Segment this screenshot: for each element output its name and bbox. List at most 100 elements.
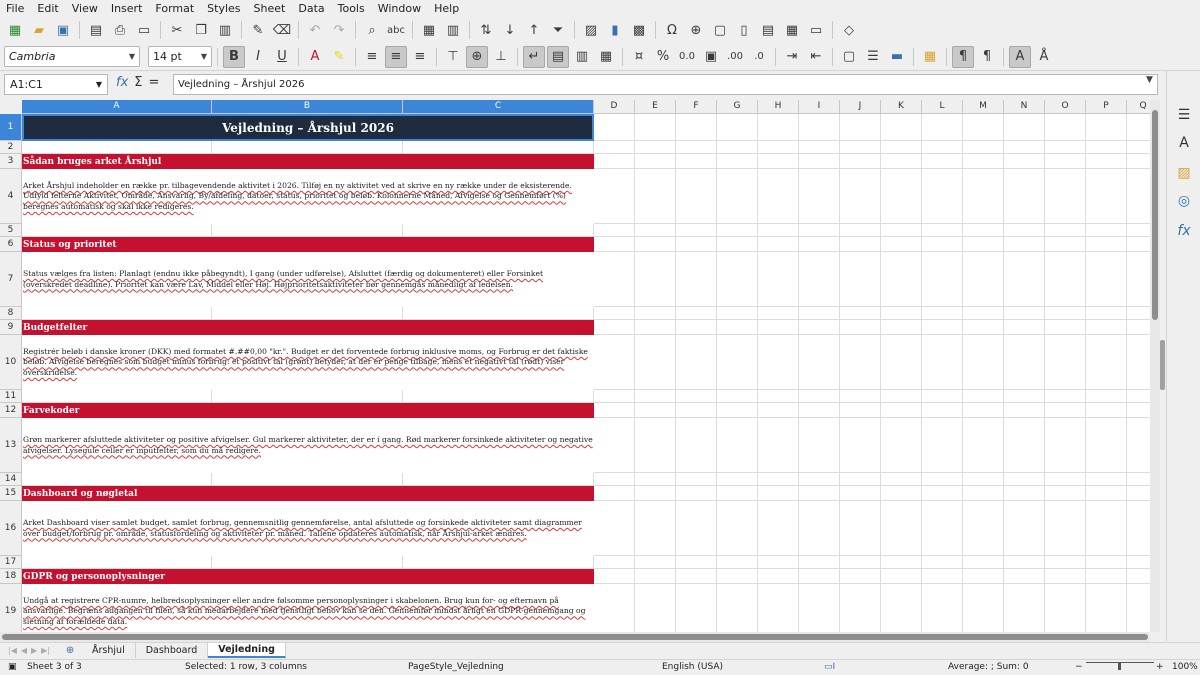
row-header[interactable]: 16: [0, 501, 22, 556]
insert-chart-icon[interactable]: ▮: [604, 19, 626, 41]
sheet-tab[interactable]: Vejledning: [208, 643, 286, 658]
last-sheet-icon[interactable]: ▶|: [39, 646, 52, 655]
vertical-scrollbar[interactable]: [1150, 100, 1160, 632]
cut-icon[interactable]: ✂: [166, 19, 188, 41]
row-header[interactable]: 6: [0, 237, 22, 252]
spelling-icon[interactable]: abc: [385, 19, 407, 41]
underline-icon[interactable]: U: [271, 46, 293, 68]
sidebar-collapse-handle[interactable]: [1160, 340, 1165, 390]
sheet-tab[interactable]: Dashboard: [136, 643, 209, 658]
row-cells[interactable]: Vejledning – Årshjul 2026: [22, 114, 1160, 141]
add-decimal-icon[interactable]: .00: [724, 46, 746, 68]
column-header[interactable]: E: [635, 100, 676, 114]
zoom-slider-knob[interactable]: [1118, 662, 1121, 670]
currency-format-icon[interactable]: ¤: [628, 46, 650, 68]
date-format-icon[interactable]: ▣: [700, 46, 722, 68]
italic-icon[interactable]: I: [247, 46, 269, 68]
scroll-thumb[interactable]: [1152, 110, 1158, 320]
align-right-icon[interactable]: ≡: [409, 46, 431, 68]
paragraph-cell[interactable]: Registrér beløb i danske kroner (DKK) me…: [22, 335, 594, 390]
wrap-text-icon[interactable]: ↵: [523, 45, 545, 68]
header-footer-icon[interactable]: ▯: [733, 19, 755, 41]
row-cells[interactable]: Grøn markerer afsluttede aktiviteter og …: [22, 418, 1160, 473]
menu-item[interactable]: Insert: [111, 2, 143, 15]
formula-input[interactable]: Vejledning – Årshjul 2026: [173, 74, 1158, 95]
zoom-out-icon[interactable]: −: [1075, 662, 1083, 672]
redo-icon[interactable]: ↷: [328, 19, 350, 41]
expand-formula-icon[interactable]: ▼: [1146, 75, 1153, 85]
export-pdf-icon[interactable]: ▤: [85, 19, 107, 41]
styles-icon[interactable]: A: [1174, 133, 1194, 153]
column-header[interactable]: C: [403, 100, 594, 114]
column-icon[interactable]: ▥: [442, 19, 464, 41]
sort-descending-icon[interactable]: ↑: [523, 19, 545, 41]
section-heading-cell[interactable]: GDPR og personoplysninger: [22, 569, 594, 584]
column-header[interactable]: J: [840, 100, 881, 114]
section-heading-cell[interactable]: Farvekoder: [22, 403, 594, 418]
row-header[interactable]: 17: [0, 556, 22, 569]
row-header[interactable]: 1: [0, 114, 22, 141]
merge-center-icon[interactable]: ▤: [547, 45, 569, 68]
column-header[interactable]: N: [1004, 100, 1045, 114]
row-header[interactable]: 13: [0, 418, 22, 473]
text-direction-icon[interactable]: A: [1009, 45, 1031, 68]
menu-item[interactable]: View: [72, 2, 98, 15]
selection-mode-icon[interactable]: ▭I: [824, 662, 835, 672]
section-heading-cell[interactable]: Dashboard og nøgletal: [22, 486, 594, 501]
sheet-title-cell[interactable]: Vejledning – Årshjul 2026: [22, 114, 594, 141]
row-cells[interactable]: Registrér beløb i danske kroner (DKK) me…: [22, 335, 1160, 390]
first-sheet-icon[interactable]: |◀: [6, 646, 19, 655]
merge-cells-icon[interactable]: ▥: [571, 46, 593, 68]
row-cells[interactable]: [22, 390, 1160, 403]
row-header[interactable]: 8: [0, 307, 22, 320]
left-to-right-icon[interactable]: ¶: [952, 45, 974, 68]
row-header[interactable]: 12: [0, 403, 22, 418]
column-header[interactable]: G: [717, 100, 758, 114]
percent-format-icon[interactable]: %: [652, 46, 674, 68]
language[interactable]: English (USA): [662, 662, 723, 672]
clone-formatting-icon[interactable]: ✎: [247, 19, 269, 41]
row-cells[interactable]: Status vælges fra listen: Planlagt (endn…: [22, 252, 1160, 307]
align-top-icon[interactable]: ⊤: [442, 46, 464, 68]
scroll-thumb[interactable]: [2, 634, 1148, 640]
sheet-tab[interactable]: Årshjul: [82, 643, 136, 658]
vertical-text-icon[interactable]: Å: [1033, 46, 1055, 68]
spreadsheet-grid[interactable]: ABCDEFGHIJKLMNOPQ 1 Vejledning – Årshjul …: [0, 100, 1160, 632]
bold-icon[interactable]: B: [223, 45, 245, 68]
paragraph-cell[interactable]: Status vælges fra listen: Planlagt (endn…: [22, 252, 594, 307]
row-cells[interactable]: Arket Dashboard viser samlet budget, sam…: [22, 501, 1160, 556]
unmerge-cells-icon[interactable]: ▦: [595, 46, 617, 68]
row-header[interactable]: 14: [0, 473, 22, 486]
pivot-table-icon[interactable]: ▩: [628, 19, 650, 41]
row-header[interactable]: 2: [0, 141, 22, 154]
find-replace-icon[interactable]: ⌕: [361, 19, 383, 41]
column-header[interactable]: B: [212, 100, 403, 114]
menu-item[interactable]: Format: [155, 2, 194, 15]
row-cells[interactable]: [22, 473, 1160, 486]
menu-item[interactable]: Tools: [338, 2, 365, 15]
row-header[interactable]: 10: [0, 335, 22, 390]
delete-decimal-icon[interactable]: .0: [748, 46, 770, 68]
menu-item[interactable]: Styles: [207, 2, 240, 15]
undo-icon[interactable]: ↶: [304, 19, 326, 41]
menu-item[interactable]: Edit: [37, 2, 58, 15]
hyperlink-icon[interactable]: ⊕: [685, 19, 707, 41]
section-heading-cell[interactable]: Status og prioritet: [22, 237, 594, 252]
column-header[interactable]: M: [963, 100, 1004, 114]
name-box[interactable]: A1:C1 ▼: [4, 74, 108, 95]
print-icon[interactable]: ⎙: [109, 19, 131, 41]
open-folder-icon[interactable]: ▰: [28, 19, 50, 41]
row-header[interactable]: 18: [0, 569, 22, 584]
column-header[interactable]: D: [594, 100, 635, 114]
row-cells[interactable]: [22, 141, 1160, 154]
properties-icon[interactable]: ☰: [1174, 105, 1194, 125]
align-left-icon[interactable]: ≡: [361, 46, 383, 68]
number-format-icon[interactable]: 0.0: [676, 46, 698, 68]
conditional-format-icon[interactable]: ▦: [919, 46, 941, 68]
page-style[interactable]: PageStyle_Vejledning: [408, 662, 504, 672]
column-header[interactable]: O: [1045, 100, 1086, 114]
border-style-icon[interactable]: ☰: [862, 46, 884, 68]
sort-icon[interactable]: ⇅: [475, 19, 497, 41]
column-header[interactable]: P: [1086, 100, 1127, 114]
row-icon[interactable]: ▦: [418, 19, 440, 41]
